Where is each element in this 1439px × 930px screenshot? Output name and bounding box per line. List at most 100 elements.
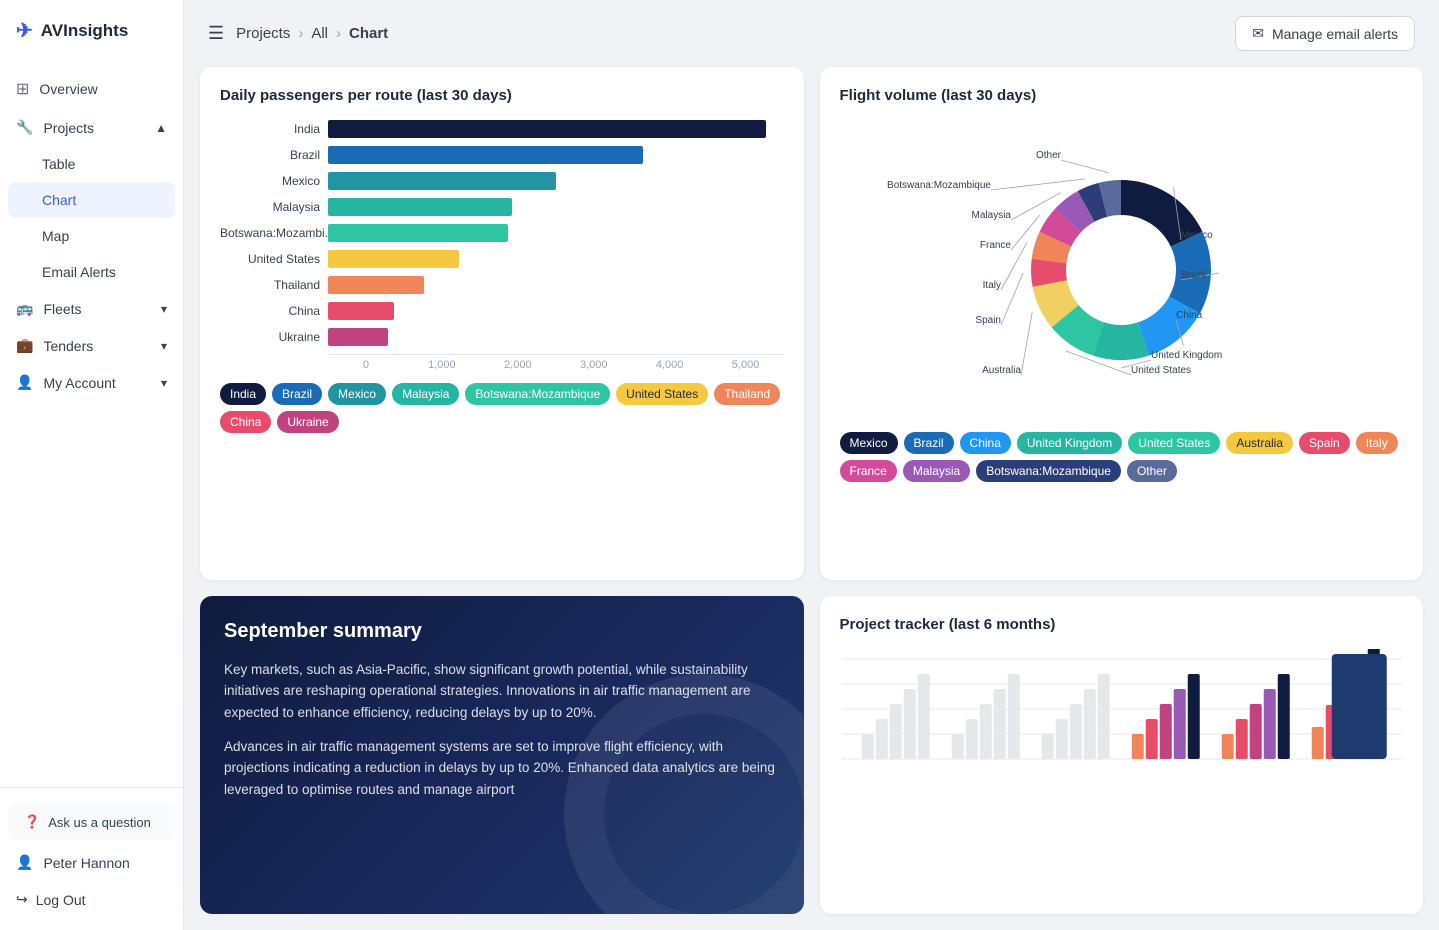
breadcrumb-projects[interactable]: Projects (236, 25, 290, 42)
tracker-title: Project tracker (last 6 months) (840, 616, 1404, 633)
sidebar-item-map[interactable]: Map (0, 218, 183, 254)
legend-chip[interactable]: India (220, 383, 266, 405)
logo-icon: ✈ (16, 18, 33, 43)
donut-wrapper: MexicoBrazilChinaUnited KingdomUnited St… (840, 120, 1404, 420)
donut-legend-chip[interactable]: United Kingdom (1017, 432, 1122, 454)
tenders-icon: 💼 (16, 337, 33, 354)
ask-question-icon: ❓ (24, 814, 40, 830)
legend-chip[interactable]: Malaysia (392, 383, 459, 405)
sidebar-nav: ⊞ Overview 🔧 Projects ▲ Table Chart Map … (0, 61, 183, 787)
donut-legend-chip[interactable]: Australia (1226, 432, 1293, 454)
sidebar-map-label: Map (42, 228, 69, 244)
tracker-bar (965, 719, 977, 759)
logout-icon: ↪ (16, 891, 28, 908)
donut-legend-chip[interactable]: United States (1128, 432, 1220, 454)
sidebar-item-table[interactable]: Table (0, 146, 183, 182)
legend-chip[interactable]: Botswana:Mozambique (465, 383, 610, 405)
legend-chip[interactable]: United States (616, 383, 708, 405)
manage-btn-label: Manage email alerts (1272, 26, 1398, 42)
sidebar-item-projects[interactable]: 🔧 Projects ▲ (0, 109, 183, 146)
fleets-chevron: ▾ (161, 302, 167, 316)
axis-tick: 3,000 (556, 355, 632, 371)
tracker-bar (1159, 704, 1171, 759)
axis-tick: 1,000 (404, 355, 480, 371)
bar-label: Botswana:Mozambi... (220, 226, 320, 240)
ask-question-btn[interactable]: ❓ Ask us a question (8, 804, 175, 840)
donut-legend-chip[interactable]: Brazil (904, 432, 954, 454)
tracker-bar (1007, 674, 1019, 759)
bar-track (328, 198, 784, 216)
sidebar-item-chart[interactable]: Chart (8, 182, 175, 218)
tracker-bar (1187, 674, 1199, 759)
tracker-bar (1249, 704, 1261, 759)
bar-chart-card: Daily passengers per route (last 30 days… (200, 67, 804, 580)
bar-chart-legend: India Brazil Mexico Malaysia Botswana:Mozamb… (220, 383, 784, 433)
donut-label-text: United Kingdom (1151, 350, 1222, 361)
donut-label-text: Malaysia (972, 210, 1012, 221)
bar-label: United States (220, 252, 320, 266)
logout-button[interactable]: ↪ Log Out (0, 881, 183, 918)
bar-track (328, 328, 784, 346)
sidebar-item-fleets[interactable]: 🚌 Fleets ▾ (0, 290, 183, 327)
summary-title: September summary (224, 620, 780, 643)
bar-track (328, 224, 784, 242)
legend-chip[interactable]: Brazil (272, 383, 322, 405)
topbar-left: ☰ Projects › All › Chart (208, 23, 388, 44)
sidebar-fleets-label: Fleets (43, 301, 81, 317)
sidebar-table-label: Table (42, 156, 75, 172)
manage-email-alerts-button[interactable]: ✉ Manage email alerts (1235, 16, 1415, 51)
bar-fill (328, 276, 424, 294)
tracker-bar (861, 734, 873, 759)
sidebar-item-tenders[interactable]: 💼 Tenders ▾ (0, 327, 183, 364)
sidebar-item-overview[interactable]: ⊞ Overview (0, 69, 183, 109)
donut-legend-chip[interactable]: France (840, 460, 897, 482)
tracker-bar (917, 674, 929, 759)
axis-tick: 5,000 (708, 355, 784, 371)
sidebar-item-my-account[interactable]: 👤 My Account ▾ (0, 364, 183, 401)
donut-legend-chip[interactable]: Italy (1356, 432, 1398, 454)
legend-chip[interactable]: Mexico (328, 383, 386, 405)
tracker-bar (1145, 719, 1157, 759)
bar-row: Malaysia (220, 198, 784, 216)
projects-chevron: ▲ (155, 121, 167, 135)
breadcrumb: Projects › All › Chart (236, 25, 388, 42)
sidebar: ✈ AVInsights ⊞ Overview 🔧 Projects ▲ Tab… (0, 0, 184, 930)
tracker-bar (1173, 689, 1185, 759)
donut-legend-chip[interactable]: Spain (1299, 432, 1350, 454)
tracker-bar (889, 704, 901, 759)
tracker-bar (1263, 689, 1275, 759)
donut-legend-chip[interactable]: China (960, 432, 1011, 454)
sidebar-user: 👤 Peter Hannon (0, 844, 183, 881)
donut-legend-chip[interactable]: Other (1127, 460, 1177, 482)
bar-row: China (220, 302, 784, 320)
bar-track (328, 120, 784, 138)
donut-legend-chip[interactable]: Malaysia (903, 460, 970, 482)
legend-chip[interactable]: Thailand (714, 383, 780, 405)
tracker-bar (1041, 734, 1053, 759)
axis-tick: 4,000 (632, 355, 708, 371)
topbar: ☰ Projects › All › Chart ✉ Manage email … (184, 0, 1439, 67)
sidebar-overview-label: Overview (39, 81, 97, 97)
donut-legend-chip[interactable]: Botswana:Mozambique (976, 460, 1121, 482)
sidebar-item-email-alerts[interactable]: Email Alerts (0, 254, 183, 290)
overview-icon: ⊞ (16, 79, 29, 99)
tracker-bar (1069, 704, 1081, 759)
breadcrumb-all[interactable]: All (311, 25, 328, 42)
menu-icon[interactable]: ☰ (208, 23, 224, 44)
tracker-bar (1235, 719, 1247, 759)
account-icon: 👤 (16, 374, 33, 391)
donut-label-text: Australia (982, 365, 1021, 376)
content-grid: Daily passengers per route (last 30 days… (184, 67, 1439, 930)
bar-track (328, 302, 784, 320)
bar-fill (328, 120, 766, 138)
bar-label: Malaysia (220, 200, 320, 214)
donut-legend-chip[interactable]: Mexico (840, 432, 898, 454)
tracker-bar (875, 719, 887, 759)
legend-chip[interactable]: China (220, 411, 271, 433)
project-tracker-card: Project tracker (last 6 months) (820, 596, 1424, 914)
bar-row: Botswana:Mozambi... (220, 224, 784, 242)
bar-chart-title: Daily passengers per route (last 30 days… (220, 87, 784, 104)
legend-chip[interactable]: Ukraine (277, 411, 338, 433)
app-logo: ✈ AVInsights (0, 0, 183, 61)
bar-track (328, 250, 784, 268)
